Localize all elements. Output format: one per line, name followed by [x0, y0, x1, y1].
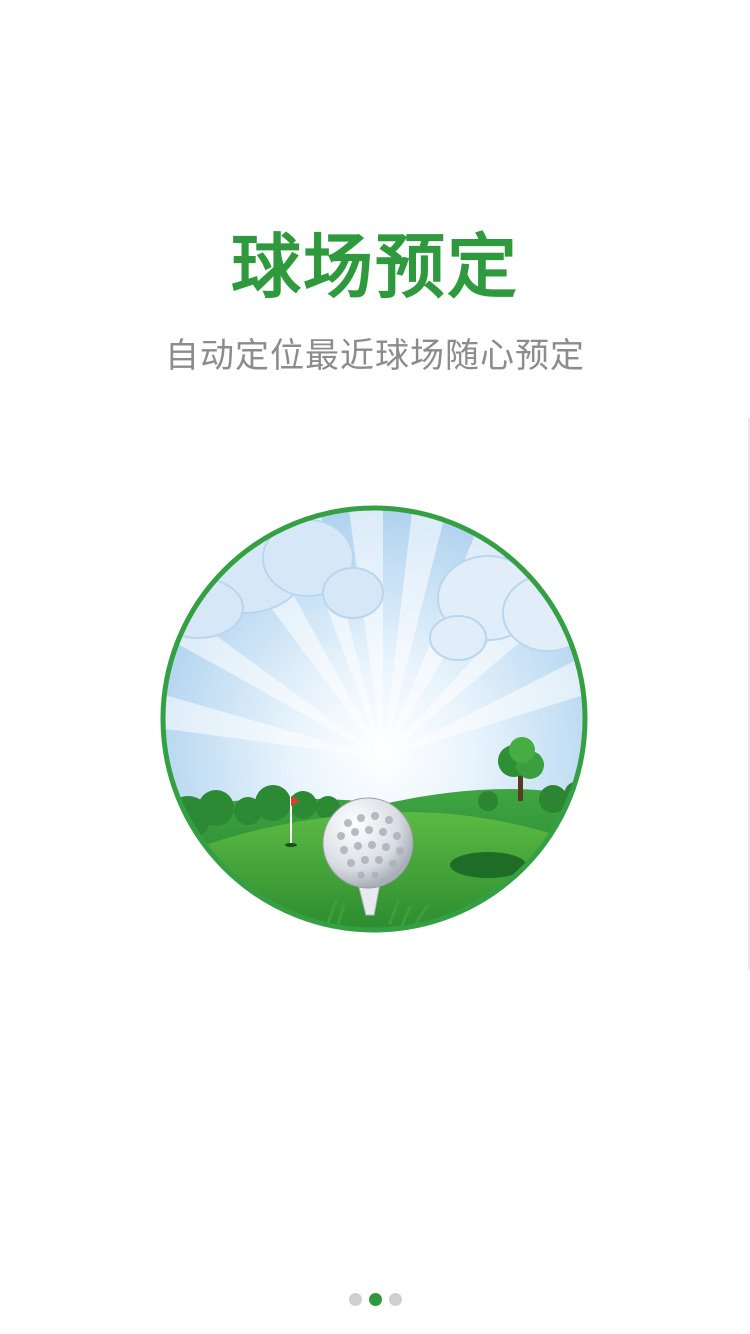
page-indicator[interactable] [0, 1293, 750, 1307]
page-subtitle: 自动定位最近球场随心预定 [165, 336, 585, 376]
golf-course-illustration [160, 505, 588, 933]
page-dot-1[interactable] [348, 1293, 362, 1306]
page-dot-2[interactable] [368, 1293, 382, 1306]
page-dot-3[interactable] [388, 1293, 402, 1306]
onboarding-page: 球场预定 自动定位最近球场随心预定 [0, 0, 750, 1334]
page-title: 球场预定 [231, 226, 519, 308]
